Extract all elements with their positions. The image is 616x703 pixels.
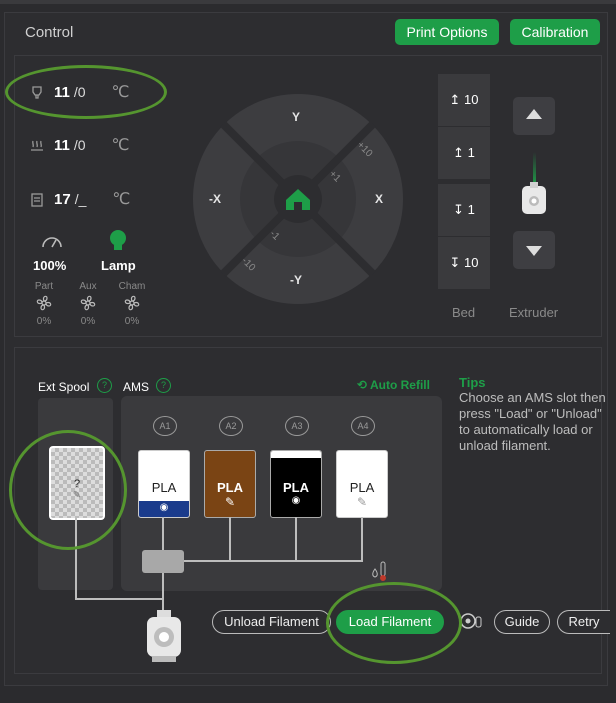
ams-slot-a3[interactable]: PLA ◉: [270, 450, 322, 518]
highlight-ring: [9, 430, 127, 550]
ext-spool-help-icon[interactable]: ?: [97, 378, 112, 393]
extruder-label: Extruder: [509, 305, 559, 320]
extruder-down-button[interactable]: [513, 231, 555, 269]
pencil-icon[interactable]: ✎: [337, 495, 387, 509]
chamber-target-temp[interactable]: /_: [75, 191, 87, 207]
auto-refill-link[interactable]: ⟲ Auto Refill: [357, 378, 430, 392]
ext-spool-label: Ext Spool: [38, 380, 90, 394]
slot-material: PLA: [349, 480, 375, 495]
slot-a2-load-icon[interactable]: A2: [219, 416, 243, 436]
bed-down-1-button[interactable]: ↧ 1: [438, 184, 490, 236]
ams-slot-a2[interactable]: PLA ✎: [204, 450, 256, 518]
highlight-ring: [5, 65, 167, 119]
bed-temp-row[interactable]: 11/0 ℃: [30, 133, 130, 157]
part-fan-label: Part: [34, 281, 54, 292]
print-options-button[interactable]: Print Options: [395, 19, 499, 45]
part-fan-pct: 0%: [36, 316, 52, 327]
lamp-icon[interactable]: [108, 229, 128, 253]
chamber-fan-label: Cham: [118, 281, 146, 292]
ams-label: AMS: [123, 380, 150, 394]
toolhead-icon: [147, 610, 181, 662]
slot-a4-load-icon[interactable]: A4: [351, 416, 375, 436]
slot-a3-load-icon[interactable]: A3: [285, 416, 309, 436]
jog-x-plus[interactable]: X: [375, 192, 383, 206]
ams-hub: [142, 550, 184, 573]
extruder-icon: [522, 182, 546, 214]
bed-down-group: ↧ 1 ↧ 10: [438, 184, 490, 289]
heatbed-icon: [31, 141, 43, 151]
eye-icon[interactable]: ◉: [271, 495, 321, 506]
jog-x-minus[interactable]: -X: [209, 192, 221, 206]
bed-temp-unit: ℃: [111, 137, 130, 154]
triangle-down-icon: [526, 246, 542, 256]
slot-a1-load-icon[interactable]: A1: [153, 416, 177, 436]
humidity-thermometer-icon[interactable]: [370, 560, 390, 584]
chamber-icon: [31, 193, 43, 207]
eye-icon[interactable]: ◉: [139, 501, 189, 517]
chamber-temp-row[interactable]: 17/_ ℃: [30, 187, 130, 211]
bed-up-1-button[interactable]: ↥ 1: [438, 127, 490, 179]
arrow-up-icon: ↥: [449, 92, 465, 107]
tips-title: Tips: [459, 375, 486, 390]
jog-y-minus[interactable]: -Y: [290, 273, 302, 287]
slot-material: PLA: [151, 480, 177, 495]
triangle-up-icon: [526, 109, 542, 119]
speed-gauge-icon[interactable]: [41, 231, 63, 249]
ams-help-icon[interactable]: ?: [156, 378, 171, 393]
bed-down-10-button[interactable]: ↧ 10: [438, 237, 490, 289]
highlight-ring: [326, 582, 462, 664]
unload-filament-button[interactable]: Unload Filament: [212, 610, 331, 634]
tips-text: Choose an AMS slot then press "Load" or …: [459, 390, 606, 453]
aux-fan-label: Aux: [79, 281, 97, 292]
top-strip: [0, 0, 616, 4]
bed-up-group: ↥ 10 ↥ 1: [438, 74, 490, 179]
page-title: Control: [25, 24, 74, 41]
chamber-fan-icon[interactable]: [123, 294, 141, 312]
bed-label: Bed: [452, 305, 476, 320]
aux-fan-icon[interactable]: [79, 294, 97, 312]
arrow-down-icon: ↧: [453, 202, 468, 217]
refill-icon: ⟲: [357, 378, 370, 392]
extruder-up-button[interactable]: [513, 97, 555, 135]
bed-up-10-button[interactable]: ↥ 10: [438, 74, 490, 126]
ams-slot-a4[interactable]: PLA ✎: [336, 450, 388, 518]
lamp-label: Lamp: [101, 258, 136, 273]
camera-settings-icon[interactable]: [459, 610, 483, 632]
bed-current-temp: 11: [54, 137, 70, 154]
retry-button[interactable]: Retry: [557, 610, 610, 634]
bed-target-temp[interactable]: /0: [74, 137, 86, 153]
speed-value: 100%: [33, 258, 67, 273]
slot-material: PLA: [217, 480, 243, 495]
ams-slot-a1[interactable]: PLA ◉: [138, 450, 190, 518]
chamber-current-temp: 17: [54, 191, 71, 208]
jog-y-plus[interactable]: Y: [292, 110, 300, 124]
part-fan-icon[interactable]: [35, 294, 53, 312]
arrow-up-icon: ↥: [453, 145, 468, 160]
calibration-button[interactable]: Calibration: [510, 19, 600, 45]
pencil-icon[interactable]: ✎: [205, 495, 255, 509]
slot-material: PLA: [283, 480, 309, 495]
aux-fan-pct: 0%: [80, 316, 96, 327]
chamber-temp-unit: ℃: [112, 191, 131, 208]
arrow-down-icon: ↧: [449, 255, 465, 270]
guide-button[interactable]: Guide: [494, 610, 550, 634]
chamber-fan-pct: 0%: [124, 316, 140, 327]
